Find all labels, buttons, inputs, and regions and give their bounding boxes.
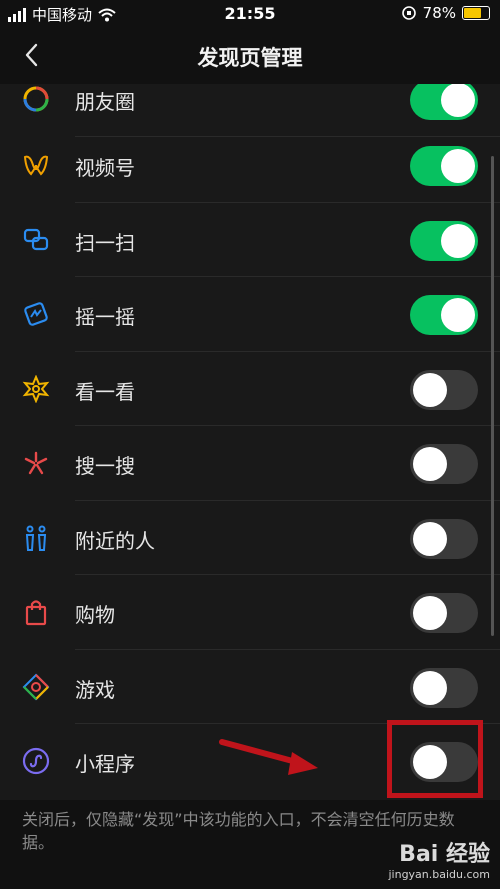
page-title: 发现页管理 bbox=[197, 46, 303, 70]
status-bar: 中国移动 21:55 78% bbox=[0, 0, 500, 28]
channels-icon bbox=[23, 155, 49, 176]
moments-icon bbox=[23, 86, 49, 112]
shopping-bag-icon bbox=[25, 600, 47, 626]
footer: 关闭后，仅隐藏“发现”中该功能的入口，不会清空任何历史数据。 Bai 经验 ji… bbox=[0, 800, 500, 889]
people-nearby-toggle[interactable] bbox=[410, 518, 478, 559]
games-toggle[interactable] bbox=[410, 667, 478, 708]
search-icon bbox=[24, 451, 48, 475]
top-stories-toggle[interactable] bbox=[410, 369, 478, 410]
battery-percent: 78% bbox=[422, 4, 456, 22]
item-label: 游戏 bbox=[75, 677, 115, 702]
list-item-games: 游戏 bbox=[0, 650, 500, 724]
top-stories-icon bbox=[22, 374, 50, 403]
item-label: 朋友圈 bbox=[75, 90, 135, 114]
list-item-channels: 视频号 bbox=[0, 128, 500, 203]
mini-programs-icon bbox=[22, 747, 50, 775]
list-item-top-stories: 看一看 bbox=[0, 352, 500, 426]
item-label: 视频号 bbox=[75, 156, 135, 180]
item-label: 小程序 bbox=[75, 752, 135, 776]
watermark-brand: Bai 经验 bbox=[399, 842, 490, 867]
games-icon bbox=[22, 673, 50, 700]
item-label: 扫一扫 bbox=[75, 230, 135, 255]
people-nearby-icon bbox=[25, 525, 47, 551]
scan-toggle[interactable] bbox=[410, 220, 478, 261]
watermark-url: jingyan.baidu.com bbox=[388, 868, 490, 881]
status-right: 78% bbox=[401, 4, 490, 22]
item-label: 看一看 bbox=[75, 379, 135, 404]
scrollbar[interactable] bbox=[491, 156, 494, 636]
item-label: 购物 bbox=[75, 603, 115, 627]
item-label: 搜一搜 bbox=[75, 454, 135, 478]
list-item-shopping: 购物 bbox=[0, 575, 500, 650]
annotation-highlight-box bbox=[387, 720, 483, 798]
list-item-search: 搜一搜 bbox=[0, 426, 500, 501]
list-item-people-nearby: 附近的人 bbox=[0, 501, 500, 575]
orientation-lock-icon bbox=[401, 6, 416, 20]
shake-icon bbox=[24, 302, 48, 326]
shake-toggle[interactable] bbox=[410, 295, 478, 335]
channels-toggle[interactable] bbox=[410, 146, 478, 186]
watermark: Bai 经验 jingyan.baidu.com bbox=[388, 836, 490, 881]
discover-settings-list: 朋友圈 视频号 扫一扫 摇一摇 看一看 搜一搜 附近的人 购物 游戏 小程序 bbox=[0, 84, 500, 800]
battery-icon bbox=[462, 6, 490, 20]
nav-bar: 发现页管理 bbox=[0, 28, 500, 84]
shopping-toggle[interactable] bbox=[410, 593, 478, 633]
search-toggle[interactable] bbox=[410, 444, 478, 484]
item-label: 附近的人 bbox=[75, 528, 155, 553]
moments-toggle[interactable] bbox=[410, 84, 478, 120]
list-item-scan: 扫一扫 bbox=[0, 203, 500, 277]
list-item-shake: 摇一摇 bbox=[0, 277, 500, 352]
scan-icon bbox=[23, 228, 49, 250]
item-label: 摇一摇 bbox=[75, 305, 135, 329]
